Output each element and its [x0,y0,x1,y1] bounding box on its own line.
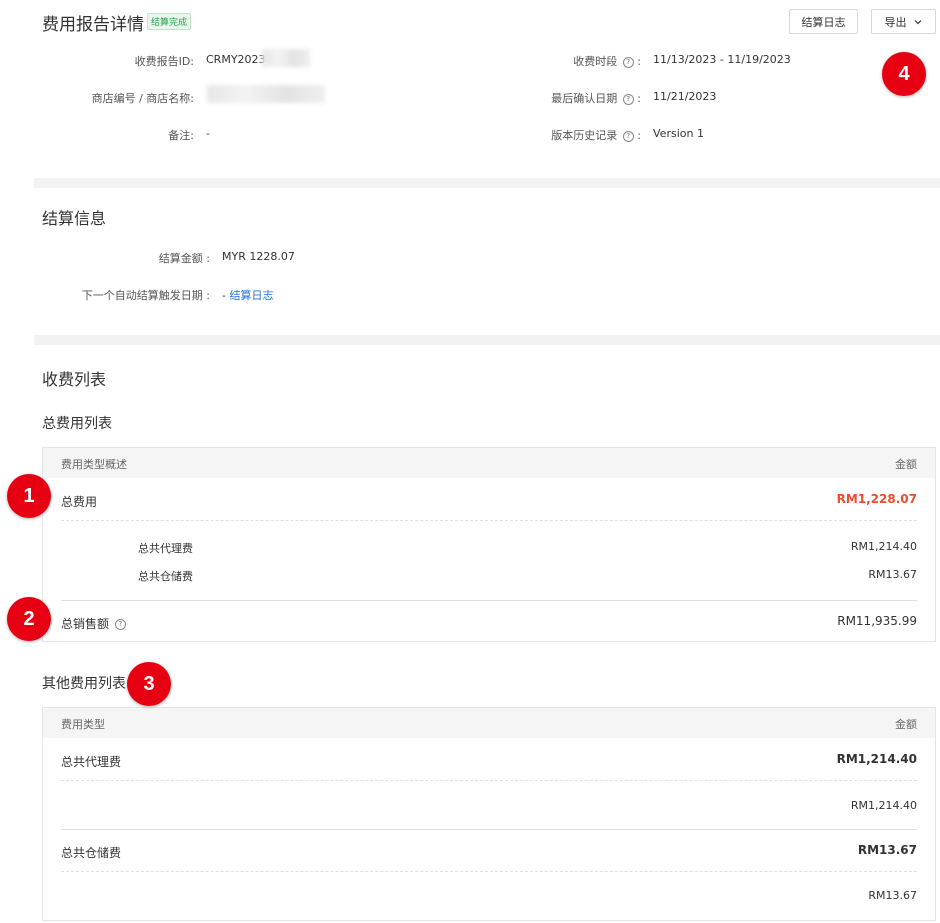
divider [61,780,917,781]
help-icon[interactable]: ? [622,93,634,105]
report-id-label: 收费报告ID: [134,55,194,68]
settlement-log-link[interactable]: 结算日志 [229,289,273,302]
total-sales-label: 总销售额 [61,617,110,631]
col-amount-header: 金额 [895,718,917,731]
next-settlement-label: 下一个自动结算触发日期 : [81,289,210,302]
total-fee-table: 费用类型概述 金额 总费用 RM1,228.07 总共代理费 RM1,214.4… [42,447,936,642]
page-title: 费用报告详情 [42,15,144,35]
redacted-store-name [207,85,325,103]
settlement-amount-value: MYR 1228.07 [222,250,295,263]
period-label: 收费时段 [573,55,618,68]
total-sales-row: 总销售额 ? [61,615,126,632]
divider [61,829,917,830]
divider [61,520,917,521]
fee-row-sub-value: RM13.67 [868,889,917,902]
annotation-marker-1: 1 [7,474,51,518]
fee-row-value: RM13.67 [857,843,917,857]
table-header: 费用类型概述 金额 [43,448,935,478]
note-value: - [206,127,210,140]
export-button[interactable]: 导出 [871,9,936,34]
chevron-down-icon [914,19,921,24]
fee-row-value: RM1,214.40 [836,752,917,766]
total-sales-value: RM11,935.99 [837,614,917,628]
fees-title: 收费列表 [42,370,107,389]
col-type-header: 费用类型概述 [61,458,127,471]
confirm-label: 最后确认日期 [551,92,618,105]
status-badge: 结算完成 [147,13,192,30]
table-header: 费用类型 金额 [43,708,935,738]
version-label: 版本历史记录 [551,129,618,142]
fee-row-sub-value: RM1,214.40 [850,799,917,812]
total-fee-value: RM1,228.07 [836,492,917,506]
period-label-row: 收费时段 ? : [520,53,641,69]
confirm-value: 11/21/2023 [653,90,717,103]
sub-fee-value: RM13.67 [868,568,917,581]
help-icon[interactable]: ? [622,130,634,142]
colon: : [637,92,641,105]
note-label: 备注: [168,129,194,142]
annotation-marker-4: 4 [882,52,926,96]
other-fees-title: 其他费用列表 [42,676,126,692]
colon: : [637,55,641,68]
sub-fee-label: 总共代理费 [138,542,193,555]
confirm-label-row: 最后确认日期 ? : [520,90,641,106]
version-value: Version 1 [653,127,704,140]
settlement-amount-label: 结算金额 : [158,252,210,265]
other-fee-table: 费用类型 金额 总共代理费 RM1,214.40 RM1,214.40 总共仓储… [42,707,936,921]
fee-row-label: 总共仓储费 [61,846,122,860]
sub-fee-value: RM1,214.40 [850,540,917,553]
settlement-log-label: 结算日志 [801,15,846,29]
period-value: 11/13/2023 - 11/19/2023 [653,53,791,66]
settlement-title: 结算信息 [42,209,107,228]
total-fee-label: 总费用 [61,495,98,509]
version-label-row: 版本历史记录 ? : [520,127,641,143]
help-icon[interactable]: ? [622,56,634,68]
fee-row-label: 总共代理费 [61,755,122,769]
divider [61,871,917,872]
sub-fee-label: 总共仓储费 [138,570,193,583]
help-icon[interactable]: ? [114,619,126,630]
section-divider [34,335,940,345]
col-type-header: 费用类型 [61,718,105,731]
divider [61,600,917,601]
settlement-log-button[interactable]: 结算日志 [789,9,858,34]
total-fees-title: 总费用列表 [42,416,112,432]
redacted-block [262,49,310,67]
annotation-marker-3: 3 [127,662,171,706]
next-settlement-value: - 结算日志 [222,287,273,303]
colon: : [637,129,641,142]
export-label: 导出 [884,15,907,29]
store-label: 商店编号 / 商店名称: [91,92,194,105]
section-divider [34,178,940,188]
col-amount-header: 金额 [895,458,917,471]
annotation-marker-2: 2 [7,597,51,641]
